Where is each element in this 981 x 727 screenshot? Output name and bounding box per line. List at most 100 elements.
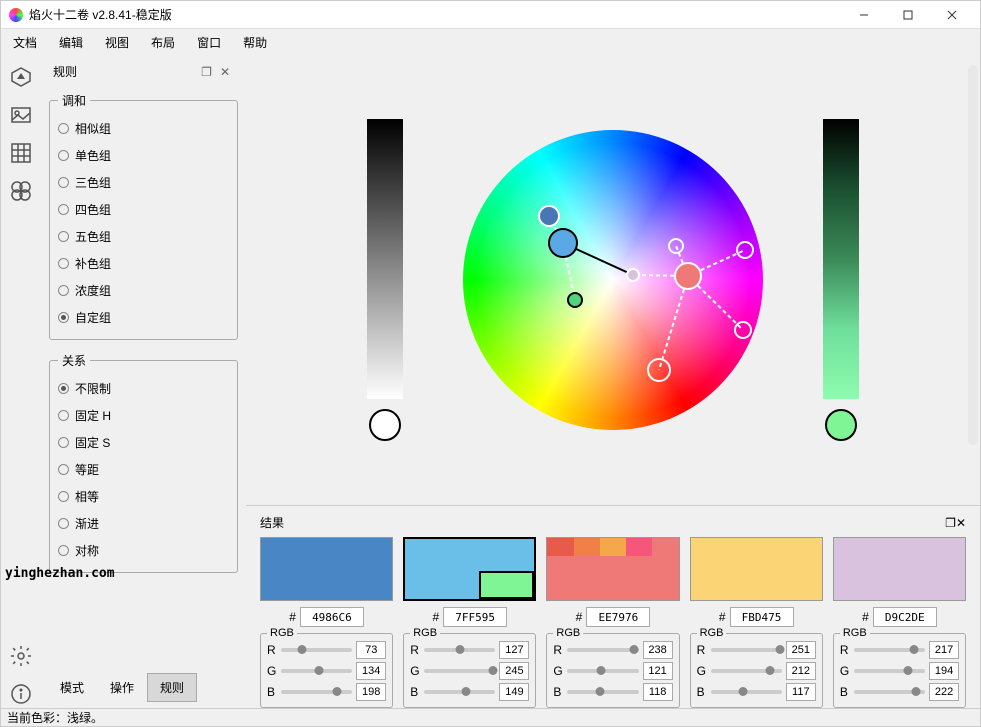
relation-option[interactable]: 不限制: [58, 375, 229, 402]
results-popout-icon[interactable]: ❐: [945, 516, 956, 530]
radio-icon: [58, 518, 69, 529]
color-swatch[interactable]: [260, 537, 393, 601]
minimize-button[interactable]: [844, 3, 884, 27]
close-button[interactable]: [932, 3, 972, 27]
wheel-node[interactable]: [538, 205, 560, 227]
relation-option[interactable]: 对称: [58, 537, 229, 564]
wheel-node-main[interactable]: [548, 228, 578, 258]
rgb-slider[interactable]: [567, 648, 638, 652]
tab-mode[interactable]: 模式: [47, 673, 97, 702]
rgb-value-input[interactable]: [786, 641, 816, 659]
relation-legend: 关系: [58, 352, 90, 369]
wheel-node[interactable]: [567, 292, 583, 308]
menu-window[interactable]: 窗口: [197, 34, 221, 51]
wheel-node[interactable]: [674, 262, 702, 290]
hex-input[interactable]: [873, 607, 937, 627]
right-swatch[interactable]: [825, 409, 857, 441]
rgb-value-input[interactable]: [499, 683, 529, 701]
rgb-slider[interactable]: [567, 690, 638, 694]
wheel-tool-icon[interactable]: [7, 63, 35, 91]
sidebar-tabs: 模式 操作 规则: [47, 667, 240, 702]
rgb-value-input[interactable]: [499, 641, 529, 659]
rgb-value-input[interactable]: [356, 641, 386, 659]
rgb-slider[interactable]: [424, 690, 495, 694]
option-label: 相等: [75, 488, 99, 505]
harmony-option[interactable]: 自定组: [58, 304, 229, 331]
wheel-node[interactable]: [626, 268, 640, 282]
harmony-option[interactable]: 单色组: [58, 142, 229, 169]
menu-layout[interactable]: 布局: [151, 34, 175, 51]
rgb-value-input[interactable]: [786, 662, 816, 680]
rgb-slider[interactable]: [711, 690, 782, 694]
panel-popout-icon[interactable]: ❐: [197, 65, 216, 79]
hex-input[interactable]: [586, 607, 650, 627]
rgb-value-input[interactable]: [929, 683, 959, 701]
rgb-slider[interactable]: [711, 669, 782, 673]
color-swatch[interactable]: [690, 537, 823, 601]
rgb-slider[interactable]: [854, 690, 925, 694]
rgb-slider[interactable]: [424, 648, 495, 652]
rgb-slider[interactable]: [424, 669, 495, 673]
left-gradient[interactable]: [367, 119, 403, 399]
tab-rules[interactable]: 规则: [147, 673, 197, 702]
hex-prefix: #: [432, 610, 439, 624]
relation-option[interactable]: 相等: [58, 483, 229, 510]
rgb-slider[interactable]: [281, 648, 352, 652]
wheel-node[interactable]: [736, 241, 754, 259]
menu-edit[interactable]: 编辑: [59, 34, 83, 51]
rgb-slider[interactable]: [711, 648, 782, 652]
menu-help[interactable]: 帮助: [243, 34, 267, 51]
rgb-slider[interactable]: [281, 690, 352, 694]
hex-input[interactable]: [730, 607, 794, 627]
tab-operation[interactable]: 操作: [97, 673, 147, 702]
hex-input[interactable]: [300, 607, 364, 627]
board-tool-icon[interactable]: [7, 177, 35, 205]
status-bar: 当前色彩： 浅绿。: [1, 708, 980, 726]
grid-tool-icon[interactable]: [7, 139, 35, 167]
harmony-option[interactable]: 补色组: [58, 250, 229, 277]
rgb-slider[interactable]: [854, 669, 925, 673]
info-icon[interactable]: [7, 680, 35, 708]
left-swatch[interactable]: [369, 409, 401, 441]
rgb-value-input[interactable]: [643, 683, 673, 701]
color-swatch[interactable]: [546, 537, 679, 601]
rgb-slider[interactable]: [281, 669, 352, 673]
wheel-node[interactable]: [647, 358, 671, 382]
relation-option[interactable]: 渐进: [58, 510, 229, 537]
image-tool-icon[interactable]: [7, 101, 35, 129]
rgb-value-input[interactable]: [929, 662, 959, 680]
color-swatch[interactable]: [833, 537, 966, 601]
panel-close-icon[interactable]: ✕: [216, 65, 234, 79]
color-wheel[interactable]: [463, 130, 763, 430]
harmony-option[interactable]: 四色组: [58, 196, 229, 223]
settings-icon[interactable]: [7, 642, 35, 670]
wheel-node[interactable]: [668, 238, 684, 254]
harmony-option[interactable]: 浓度组: [58, 277, 229, 304]
relation-option[interactable]: 固定 S: [58, 429, 229, 456]
hex-prefix: #: [289, 610, 296, 624]
rgb-slider[interactable]: [854, 648, 925, 652]
results-close-icon[interactable]: ✕: [956, 516, 966, 530]
relation-option[interactable]: 固定 H: [58, 402, 229, 429]
result-item: # RGBRGB: [260, 537, 393, 708]
rgb-value-input[interactable]: [786, 683, 816, 701]
rgb-value-input[interactable]: [356, 662, 386, 680]
hex-input[interactable]: [443, 607, 507, 627]
rgb-value-input[interactable]: [929, 641, 959, 659]
color-swatch[interactable]: [403, 537, 536, 601]
rgb-value-input[interactable]: [356, 683, 386, 701]
rgb-slider[interactable]: [567, 669, 638, 673]
rgb-value-input[interactable]: [643, 662, 673, 680]
harmony-option[interactable]: 三色组: [58, 169, 229, 196]
relation-option[interactable]: 等距: [58, 456, 229, 483]
menu-file[interactable]: 文档: [13, 34, 37, 51]
harmony-option[interactable]: 五色组: [58, 223, 229, 250]
right-gradient[interactable]: [823, 119, 859, 399]
rgb-value-input[interactable]: [643, 641, 673, 659]
maximize-button[interactable]: [888, 3, 928, 27]
wheel-node[interactable]: [734, 321, 752, 339]
results-scrollbar[interactable]: [968, 91, 978, 291]
rgb-value-input[interactable]: [499, 662, 529, 680]
harmony-option[interactable]: 相似组: [58, 115, 229, 142]
menu-view[interactable]: 视图: [105, 34, 129, 51]
